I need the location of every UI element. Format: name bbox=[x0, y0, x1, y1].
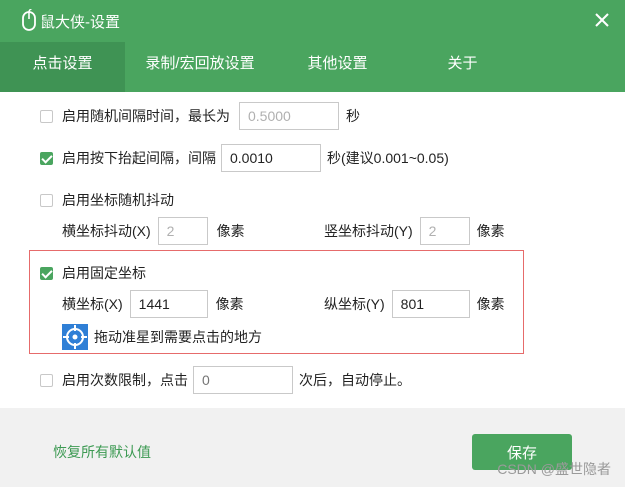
fixed-y-unit: 像素 bbox=[476, 296, 505, 312]
jitter-row: 启用坐标随机抖动 bbox=[40, 190, 174, 210]
jitter-x-unit: 像素 bbox=[216, 223, 245, 239]
jitter-y-input[interactable] bbox=[419, 217, 470, 245]
press-interval-row: 启用按下抬起间隔，间隔 秒(建议0.001~0.05) bbox=[40, 144, 449, 172]
press-interval-input[interactable] bbox=[221, 144, 321, 172]
jitter-x-input[interactable] bbox=[157, 217, 208, 245]
fixed-coords-checkbox[interactable] bbox=[40, 266, 53, 280]
fixed-x-input[interactable] bbox=[129, 290, 208, 318]
tab-click-settings[interactable]: 点击设置 bbox=[0, 42, 125, 92]
random-interval-unit: 秒 bbox=[346, 108, 360, 124]
fixed-y-input[interactable] bbox=[391, 290, 470, 318]
random-interval-input[interactable] bbox=[239, 102, 339, 130]
jitter-x-row: 横坐标抖动(X) 像素 bbox=[62, 217, 245, 245]
press-interval-unit: 秒(建议0.001~0.05) bbox=[327, 150, 449, 166]
close-icon[interactable] bbox=[591, 9, 613, 31]
reset-defaults-link[interactable]: 恢复所有默认值 bbox=[53, 442, 151, 462]
title-bar: 鼠大侠-设置 bbox=[0, 0, 625, 42]
watermark: CSDN @盛世隐者 bbox=[497, 461, 611, 477]
jitter-y-unit: 像素 bbox=[476, 223, 505, 239]
count-limit-row: 启用次数限制，点击 次后，自动停止。 bbox=[40, 366, 411, 394]
count-limit-label: 启用次数限制，点击 bbox=[62, 372, 188, 388]
fixed-coords-label: 启用固定坐标 bbox=[62, 265, 146, 281]
fixed-x-unit: 像素 bbox=[215, 296, 244, 312]
jitter-x-label: 横坐标抖动(X) bbox=[62, 223, 151, 239]
jitter-y-row: 竖坐标抖动(Y) 像素 bbox=[324, 217, 505, 245]
window-title: 鼠大侠-设置 bbox=[40, 14, 120, 31]
fixed-y-row: 纵坐标(Y) 像素 bbox=[324, 290, 505, 318]
count-limit-checkbox[interactable] bbox=[40, 373, 53, 387]
count-limit-suffix: 次后，自动停止。 bbox=[299, 372, 411, 388]
click-settings-panel: 启用随机间隔时间，最长为 秒 启用按下抬起间隔，间隔 秒(建议0.001~0.0… bbox=[0, 92, 625, 408]
count-limit-input[interactable] bbox=[193, 366, 293, 394]
tab-bar: 点击设置 录制/宏回放设置 其他设置 关于 bbox=[0, 42, 625, 92]
fixed-coords-row: 启用固定坐标 bbox=[40, 263, 146, 283]
press-interval-checkbox[interactable] bbox=[40, 151, 53, 165]
fixed-y-label: 纵坐标(Y) bbox=[324, 296, 385, 312]
crosshair-hint: 拖动准星到需要点击的地方 bbox=[94, 329, 262, 345]
jitter-checkbox[interactable] bbox=[40, 193, 53, 207]
crosshair-icon[interactable] bbox=[62, 324, 88, 350]
jitter-label: 启用坐标随机抖动 bbox=[62, 192, 174, 208]
fixed-x-row: 横坐标(X) 像素 bbox=[62, 290, 244, 318]
crosshair-row: 拖动准星到需要点击的地方 bbox=[62, 324, 262, 350]
mouse-logo-icon bbox=[22, 9, 36, 31]
random-interval-checkbox[interactable] bbox=[40, 109, 53, 123]
random-interval-row: 启用随机间隔时间，最长为 秒 bbox=[40, 102, 360, 130]
tab-record-macro-settings[interactable]: 录制/宏回放设置 bbox=[125, 42, 275, 92]
random-interval-label: 启用随机间隔时间，最长为 bbox=[62, 108, 230, 124]
footer: 恢复所有默认值 保存 CSDN @盛世隐者 bbox=[0, 408, 625, 487]
jitter-y-label: 竖坐标抖动(Y) bbox=[324, 223, 413, 239]
tab-other-settings[interactable]: 其他设置 bbox=[275, 42, 400, 92]
press-interval-label: 启用按下抬起间隔，间隔 bbox=[62, 150, 216, 166]
fixed-x-label: 横坐标(X) bbox=[62, 296, 123, 312]
tab-about[interactable]: 关于 bbox=[400, 42, 525, 92]
